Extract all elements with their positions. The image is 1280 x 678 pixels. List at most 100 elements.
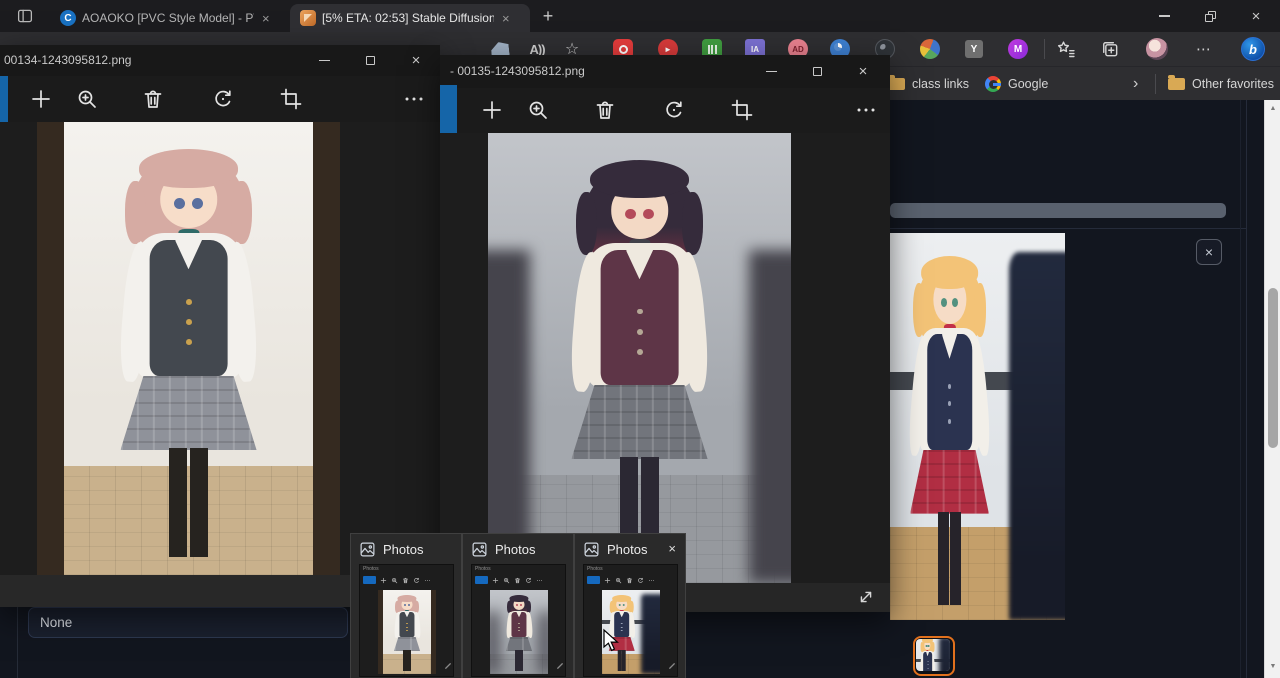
girl-skirt xyxy=(120,376,256,451)
folder-icon xyxy=(1168,78,1185,90)
vest-button xyxy=(927,661,928,662)
vest-button xyxy=(637,349,643,355)
photo-00135[interactable] xyxy=(488,133,791,583)
earth-icon[interactable] xyxy=(920,32,940,66)
favorites-link-label: Google xyxy=(1008,77,1048,91)
preview-header: Photos xyxy=(359,541,423,558)
browser-close-button[interactable]: × xyxy=(1233,0,1279,32)
toolbar-divider xyxy=(1044,39,1045,59)
generated-image xyxy=(890,233,1065,620)
generated-image xyxy=(916,639,950,671)
y-badge-icon[interactable]: Y xyxy=(965,32,983,66)
scroll-up-icon[interactable]: ▲ xyxy=(1265,105,1280,112)
girl-eye xyxy=(625,209,636,220)
more-icon[interactable] xyxy=(402,87,426,116)
favorites-list-icon[interactable] xyxy=(1056,32,1076,66)
vest-button xyxy=(406,623,407,624)
minimize-button[interactable] xyxy=(301,45,347,76)
m-badge-icon[interactable]: M xyxy=(1008,32,1028,66)
girl-hair-lock xyxy=(125,181,146,244)
favorites-divider xyxy=(1155,74,1156,94)
rotate-icon[interactable] xyxy=(662,98,686,127)
blue-accent-button[interactable] xyxy=(440,85,457,135)
favorites-overflow-chevron-icon[interactable]: › xyxy=(1133,67,1138,101)
google-icon xyxy=(985,76,1001,92)
add-icon[interactable] xyxy=(480,98,504,127)
photos-toolbar xyxy=(440,88,890,133)
vest-button xyxy=(518,623,519,624)
photo-00134[interactable] xyxy=(37,122,340,575)
new-tab-button[interactable]: + xyxy=(536,4,560,28)
add-icon[interactable] xyxy=(29,87,53,116)
girl-eye xyxy=(408,604,410,606)
collections-icon[interactable] xyxy=(1100,32,1120,66)
browser-restore-button[interactable] xyxy=(1187,0,1233,32)
crop-icon[interactable] xyxy=(279,87,303,116)
browser-minimize-button[interactable] xyxy=(1141,0,1187,32)
delete-icon[interactable] xyxy=(141,87,165,116)
girl-bangs xyxy=(397,595,416,602)
crop-icon[interactable] xyxy=(730,98,754,127)
photos-window-2: - 00135-1243095812.png × xyxy=(440,55,890,612)
zoom-icon[interactable] xyxy=(75,87,99,116)
preview-close-icon[interactable]: × xyxy=(668,541,676,556)
tab-close-icon[interactable]: × xyxy=(262,11,270,26)
photos-window-1: 00134-1243095812.png × xyxy=(0,45,440,607)
window-titlebar[interactable]: - 00135-1243095812.png × xyxy=(440,55,890,88)
favorites-folder-class-links[interactable]: class links xyxy=(888,67,969,101)
other-favorites-label: Other favorites xyxy=(1192,77,1274,91)
blue-accent-button[interactable] xyxy=(0,76,8,122)
mini-photo xyxy=(490,590,548,674)
close-button[interactable]: × xyxy=(840,56,886,87)
taskbar-preview-photos-3[interactable]: Photos × Photos xyxy=(574,533,686,678)
girl-eye xyxy=(520,604,522,606)
other-favorites-folder[interactable]: Other favorites xyxy=(1168,67,1274,101)
girl-bangs xyxy=(921,256,979,289)
minimize-button[interactable] xyxy=(748,56,794,87)
girl-hair-lock xyxy=(682,192,703,255)
mini-blue-button xyxy=(363,576,376,584)
tab-civitai[interactable]: C AOAOKO [PVC Style Model] - PV × xyxy=(50,4,288,32)
tab-actions-icon[interactable] xyxy=(12,5,38,27)
girl-leg xyxy=(169,448,187,557)
zoom-icon[interactable] xyxy=(526,98,550,127)
more-menu-icon[interactable]: ⋯ xyxy=(1196,32,1212,66)
taskbar-preview-row: Photos Photos xyxy=(350,533,686,678)
mini-window-snapshot: Photos xyxy=(471,564,566,677)
girl-bangs xyxy=(612,595,631,602)
dropdown-value: None xyxy=(40,615,72,630)
taskbar-preview-photos-1[interactable]: Photos Photos xyxy=(350,533,462,678)
vest-button xyxy=(518,627,519,628)
tab-stable-diffusion[interactable]: [5% ETA: 02:53] Stable Diffusion × xyxy=(290,4,530,32)
scene-girl xyxy=(490,590,548,674)
script-dropdown[interactable]: None xyxy=(28,607,348,638)
generated-image-preview[interactable] xyxy=(890,233,1065,620)
taskbar-preview-photos-2[interactable]: Photos Photos xyxy=(462,533,574,678)
maximize-button[interactable] xyxy=(794,56,840,87)
profile-avatar[interactable] xyxy=(1146,32,1168,66)
close-button[interactable]: × xyxy=(393,45,439,76)
scroll-down-icon[interactable]: ▼ xyxy=(1265,663,1280,670)
thumbnail-image xyxy=(916,639,950,671)
scene-girl xyxy=(916,639,945,671)
screen: C AOAOKO [PVC Style Model] - PV × [5% ET… xyxy=(0,0,1280,678)
generated-image xyxy=(37,122,340,575)
panel-border-line xyxy=(1246,100,1247,678)
bing-copilot-icon[interactable]: b xyxy=(1241,32,1265,66)
close-preview-button[interactable]: × xyxy=(1196,239,1222,265)
selected-gallery-thumbnail[interactable] xyxy=(913,636,955,676)
more-icon[interactable] xyxy=(854,98,878,127)
delete-icon[interactable] xyxy=(593,98,617,127)
tab-close-icon[interactable]: × xyxy=(502,11,510,26)
page-scrollbar[interactable]: ▲ ▼ xyxy=(1264,100,1280,678)
window-titlebar[interactable]: 00134-1243095812.png × xyxy=(0,45,440,76)
maximize-button[interactable] xyxy=(347,45,393,76)
fullscreen-expand-icon[interactable] xyxy=(856,587,876,612)
preview-app-label: Photos xyxy=(607,542,647,557)
rotate-icon[interactable] xyxy=(211,87,235,116)
favorites-link-google[interactable]: Google xyxy=(985,67,1048,101)
girl-leg xyxy=(403,650,406,670)
girl-skirt xyxy=(506,637,532,651)
scrollbar-thumb[interactable] xyxy=(1268,288,1278,448)
vest-button xyxy=(948,419,951,424)
